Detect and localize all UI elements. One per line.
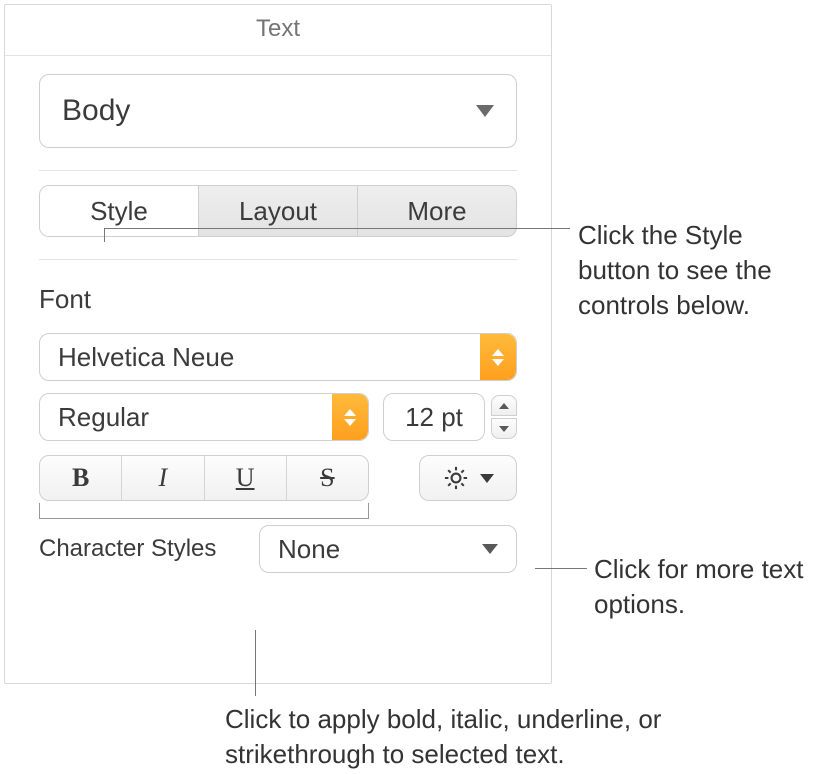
bracket-annotation	[5, 503, 551, 519]
font-family-value: Helvetica Neue	[58, 342, 234, 373]
updown-arrows-icon	[480, 334, 516, 380]
character-styles-label: Character Styles	[39, 535, 239, 563]
font-typeface-value: Regular	[58, 402, 149, 433]
font-section-label: Font	[5, 260, 551, 315]
paragraph-style-dropdown[interactable]: Body	[39, 74, 517, 148]
chevron-up-icon	[499, 403, 509, 409]
character-styles-value: None	[278, 534, 340, 565]
strikethrough-button[interactable]: S	[287, 456, 368, 500]
font-typeface-dropdown[interactable]: Regular	[39, 393, 369, 441]
gear-icon	[442, 464, 470, 492]
callout-line	[104, 228, 105, 242]
character-styles-row: Character Styles None	[5, 519, 551, 573]
tabs-row: Style Layout More	[5, 171, 551, 260]
font-size-field: 12 pt	[383, 393, 517, 441]
tabs-segmented-control: Style Layout More	[39, 185, 517, 237]
bold-button[interactable]: B	[40, 456, 122, 500]
callout-style-tab: Click the Style button to see the contro…	[578, 218, 818, 323]
character-styles-dropdown[interactable]: None	[259, 525, 517, 573]
font-controls: Helvetica Neue Regular 12 pt B I	[5, 315, 551, 501]
underline-button[interactable]: U	[205, 456, 287, 500]
text-style-segmented-control: B I U S	[39, 455, 369, 501]
callout-line	[104, 228, 570, 229]
font-size-value: 12 pt	[405, 402, 463, 433]
chevron-down-icon	[499, 426, 509, 432]
panel-title: Text	[5, 5, 551, 56]
font-size-step-down[interactable]	[491, 418, 517, 439]
paragraph-style-value: Body	[62, 94, 130, 128]
bracket-icon	[39, 503, 369, 519]
font-size-input[interactable]: 12 pt	[383, 393, 485, 441]
font-size-step-up[interactable]	[491, 395, 517, 416]
callout-line	[535, 568, 587, 569]
chevron-down-icon	[482, 544, 498, 554]
callout-bius: Click to apply bold, italic, underline, …	[225, 702, 725, 772]
chevron-down-icon	[480, 474, 494, 483]
paragraph-style-section: Body	[5, 56, 551, 171]
more-text-options-button[interactable]	[419, 455, 517, 501]
chevron-down-icon	[476, 105, 494, 117]
italic-button[interactable]: I	[122, 456, 204, 500]
updown-arrows-icon	[332, 394, 368, 440]
callout-line	[255, 630, 256, 696]
callout-gear: Click for more text options.	[594, 552, 824, 622]
text-format-panel: Text Body Style Layout More Font Helveti…	[4, 4, 552, 684]
font-family-dropdown[interactable]: Helvetica Neue	[39, 333, 517, 381]
font-size-stepper	[491, 393, 517, 441]
